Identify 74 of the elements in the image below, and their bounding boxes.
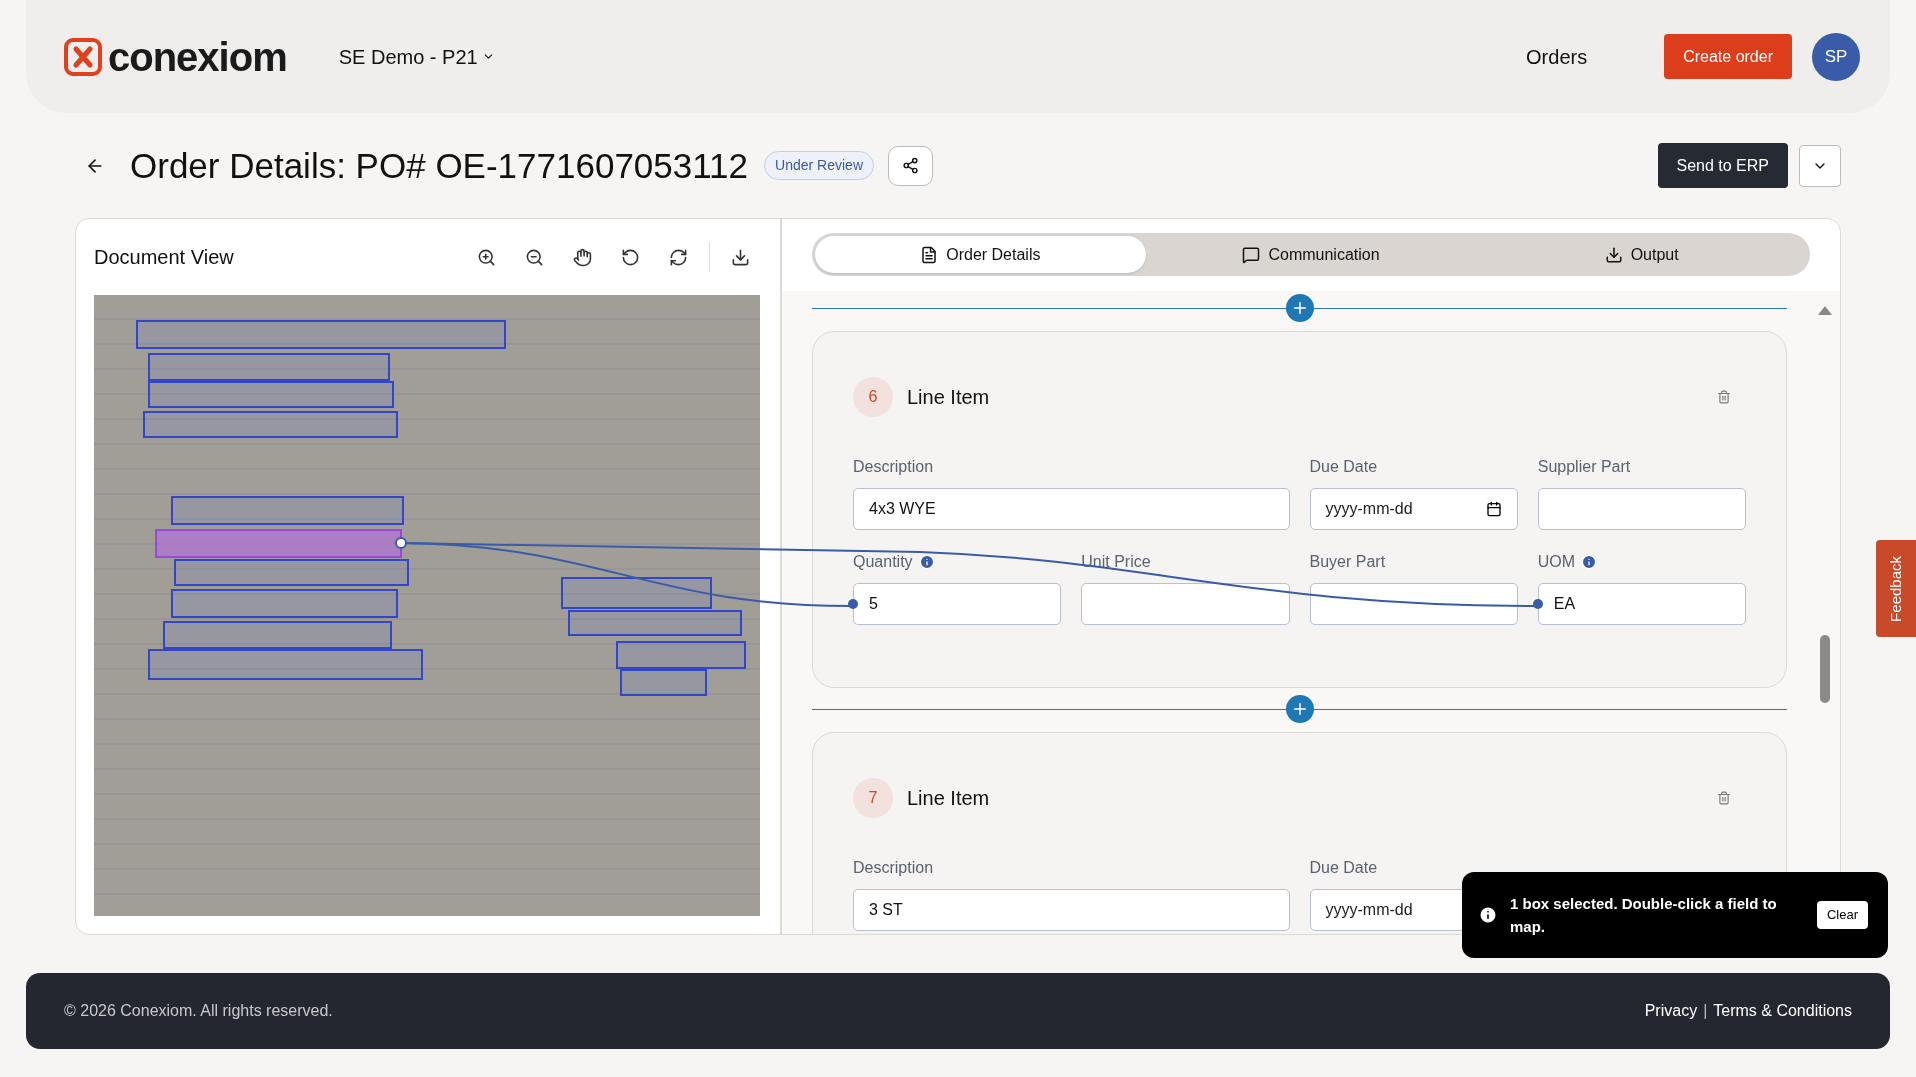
input-field[interactable]: 3 ST <box>853 889 1290 931</box>
status-badge: Under Review <box>764 151 874 180</box>
zoom-in-icon[interactable] <box>477 247 496 267</box>
annotation-box[interactable] <box>148 353 390 381</box>
share-icon <box>902 157 919 174</box>
field-label: Quantity <box>853 552 913 572</box>
create-order-button[interactable]: Create order <box>1664 34 1792 79</box>
date-field[interactable]: yyyy-mm-dd <box>1309 488 1518 530</box>
send-to-erp-button[interactable]: Send to ERP <box>1657 143 1788 188</box>
panel-title: Document View <box>94 245 234 270</box>
annotation-box[interactable] <box>148 381 394 408</box>
tab[interactable]: Communication <box>1145 236 1477 273</box>
user-avatar[interactable]: SP <box>1812 32 1860 81</box>
add-line-item-button[interactable] <box>1285 695 1314 723</box>
input-field[interactable] <box>1537 488 1746 530</box>
download-icon[interactable] <box>731 247 750 267</box>
delete-icon[interactable] <box>1717 791 1731 805</box>
input-field[interactable]: EA <box>1537 583 1746 625</box>
orders-link[interactable]: Orders <box>1526 41 1588 72</box>
add-line-item-button[interactable] <box>1285 294 1314 322</box>
annotation-box[interactable] <box>568 610 742 636</box>
clear-button[interactable]: Clear <box>1816 901 1868 929</box>
document-icon <box>920 245 939 264</box>
field-label: Description <box>853 858 934 878</box>
annotation-box[interactable] <box>148 649 423 680</box>
chat-bubble-icon <box>1242 245 1261 264</box>
annotation-box[interactable] <box>620 669 707 696</box>
field-label: Due Date <box>1309 457 1378 477</box>
tab[interactable]: Order Details <box>815 236 1146 273</box>
page-title: Order Details: PO# OE-1771607053112 <box>130 148 749 183</box>
input-field[interactable]: 5 <box>853 583 1062 625</box>
field-label: Description <box>853 457 934 477</box>
field-label: Supplier Part <box>1537 457 1631 477</box>
annotation-box[interactable] <box>136 320 506 349</box>
logo-icon <box>64 37 102 76</box>
footer-link[interactable]: Terms & Conditions <box>1713 999 1852 1023</box>
hand-icon[interactable] <box>573 247 592 267</box>
input-field[interactable]: 4x3 WYE <box>853 488 1290 530</box>
feedback-tab[interactable]: Feedback <box>1876 540 1916 637</box>
line-item-title: Line Item <box>907 385 990 410</box>
annotation-box[interactable] <box>561 577 712 609</box>
annotation-box[interactable] <box>616 641 746 669</box>
annotation-box[interactable] <box>174 559 409 586</box>
annotation-box[interactable] <box>171 589 398 618</box>
link-separator: | <box>1703 1001 1708 1021</box>
field-label: Buyer Part <box>1309 552 1386 572</box>
download-icon <box>1604 245 1623 264</box>
info-icon <box>1478 905 1498 925</box>
date-placeholder: yyyy-mm-dd <box>1325 900 1413 920</box>
more-options-button[interactable] <box>1799 144 1841 187</box>
delete-icon[interactable] <box>1717 390 1731 404</box>
copyright-text: © 2026 Conexiom. All rights reserved. <box>64 1001 333 1021</box>
field-label: Due Date <box>1309 858 1378 878</box>
rotate-left-icon[interactable] <box>621 247 640 267</box>
calendar-icon[interactable] <box>1485 501 1502 517</box>
annotation-box[interactable] <box>171 496 404 525</box>
tab[interactable]: Output <box>1476 236 1807 273</box>
refresh-icon[interactable] <box>669 247 688 267</box>
input-field[interactable] <box>1081 583 1290 625</box>
line-number-badge: 7 <box>853 778 893 818</box>
workspace-dropdown[interactable]: SE Demo - P21 <box>338 41 495 72</box>
zoom-out-icon[interactable] <box>525 247 544 267</box>
field-label: UOM <box>1537 552 1576 572</box>
line-item-title: Line Item <box>907 786 990 811</box>
brand-name: conexiom <box>108 36 287 77</box>
share-button[interactable] <box>888 145 933 186</box>
scrollbar-thumb[interactable] <box>1820 635 1830 703</box>
footer-link[interactable]: Privacy <box>1644 999 1698 1023</box>
input-field[interactable] <box>1309 583 1518 625</box>
annotation-box[interactable] <box>163 621 392 649</box>
annotation-box[interactable] <box>143 411 398 438</box>
scroll-up-icon[interactable] <box>1818 306 1832 315</box>
date-placeholder: yyyy-mm-dd <box>1325 499 1413 519</box>
line-number-badge: 6 <box>853 377 893 417</box>
